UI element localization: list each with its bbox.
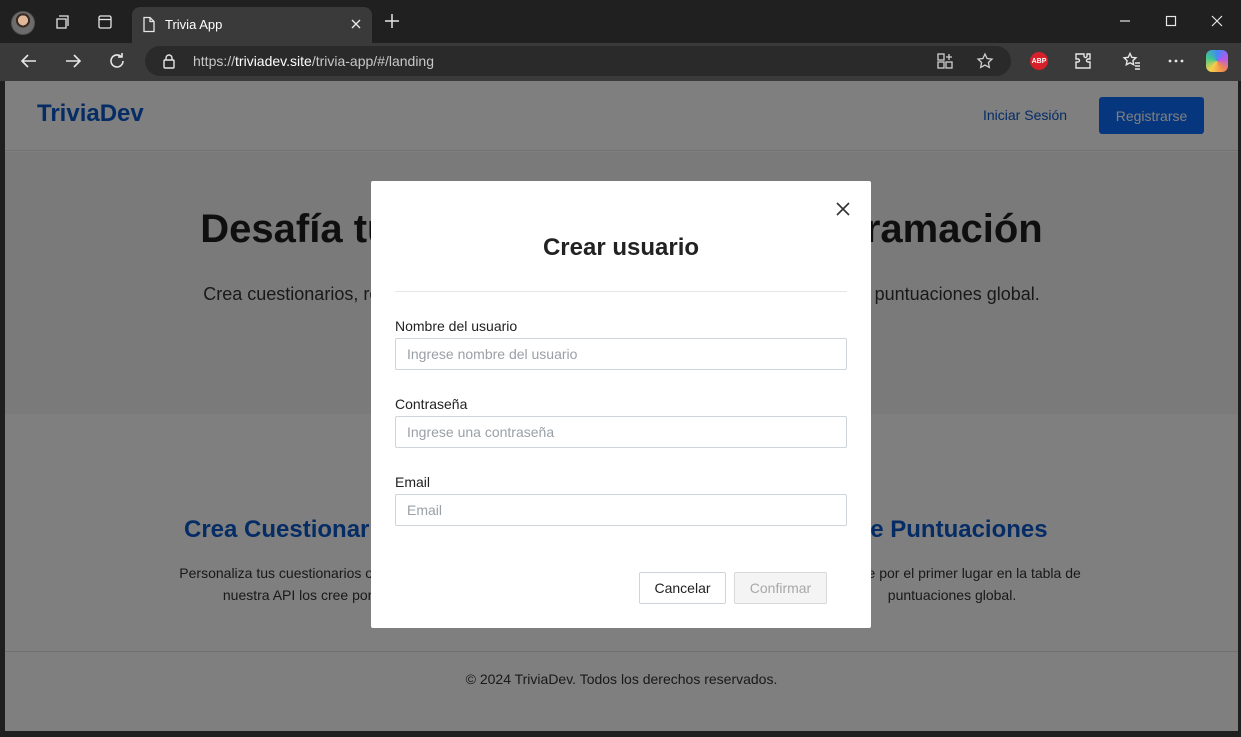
back-icon[interactable]	[19, 51, 39, 76]
browser-title-bar: Trivia App	[0, 0, 1241, 43]
lock-icon[interactable]	[162, 53, 176, 74]
username-input[interactable]	[395, 338, 847, 370]
password-input[interactable]	[395, 416, 847, 448]
close-tab-icon[interactable]	[348, 16, 364, 37]
favorites-icon[interactable]	[1122, 51, 1142, 76]
close-window-icon[interactable]	[1210, 12, 1224, 35]
maximize-icon[interactable]	[1164, 12, 1178, 35]
address-bar[interactable]: https://triviadev.site/trivia-app/#/land…	[145, 46, 1011, 76]
minimize-icon[interactable]	[1118, 12, 1132, 35]
create-user-dialog: Crear usuario Nombre del usuario Contras…	[371, 181, 871, 628]
url-text[interactable]: https://triviadev.site/trivia-app/#/land…	[193, 53, 434, 69]
tab-actions-icon[interactable]	[94, 11, 116, 33]
url-host: triviadev.site	[235, 53, 312, 69]
new-tab-icon[interactable]	[383, 12, 401, 35]
close-icon[interactable]	[834, 200, 852, 218]
email-label: Email	[395, 474, 431, 490]
favorite-star-icon[interactable]	[976, 52, 994, 75]
password-label: Contraseña	[395, 396, 468, 412]
forward-icon[interactable]	[63, 51, 83, 76]
confirm-button[interactable]: Confirmar	[734, 572, 827, 604]
page-icon	[142, 16, 156, 38]
more-options-icon[interactable]	[1166, 51, 1186, 76]
active-tab[interactable]: Trivia App	[132, 7, 372, 43]
workspaces-icon[interactable]	[52, 11, 74, 33]
adblock-extension-icon[interactable]: ABP	[1030, 52, 1048, 70]
refresh-icon[interactable]	[107, 51, 127, 76]
copilot-icon[interactable]	[1206, 50, 1228, 72]
dialog-divider	[395, 291, 847, 292]
tab-title: Trivia App	[165, 17, 223, 32]
url-path: /trivia-app/#/landing	[311, 53, 434, 69]
email-input[interactable]	[395, 494, 847, 526]
app-available-icon[interactable]	[936, 52, 954, 75]
dialog-title: Crear usuario	[542, 234, 700, 261]
url-scheme: https://	[193, 53, 236, 69]
profile-avatar[interactable]	[11, 11, 35, 35]
extensions-icon[interactable]	[1073, 51, 1093, 76]
cancel-button[interactable]: Cancelar	[639, 572, 726, 604]
username-label: Nombre del usuario	[395, 318, 518, 334]
page-viewport: TriviaDev Iniciar Sesión Registrarse Des…	[5, 81, 1238, 731]
browser-toolbar: https://triviadev.site/trivia-app/#/land…	[0, 43, 1241, 81]
